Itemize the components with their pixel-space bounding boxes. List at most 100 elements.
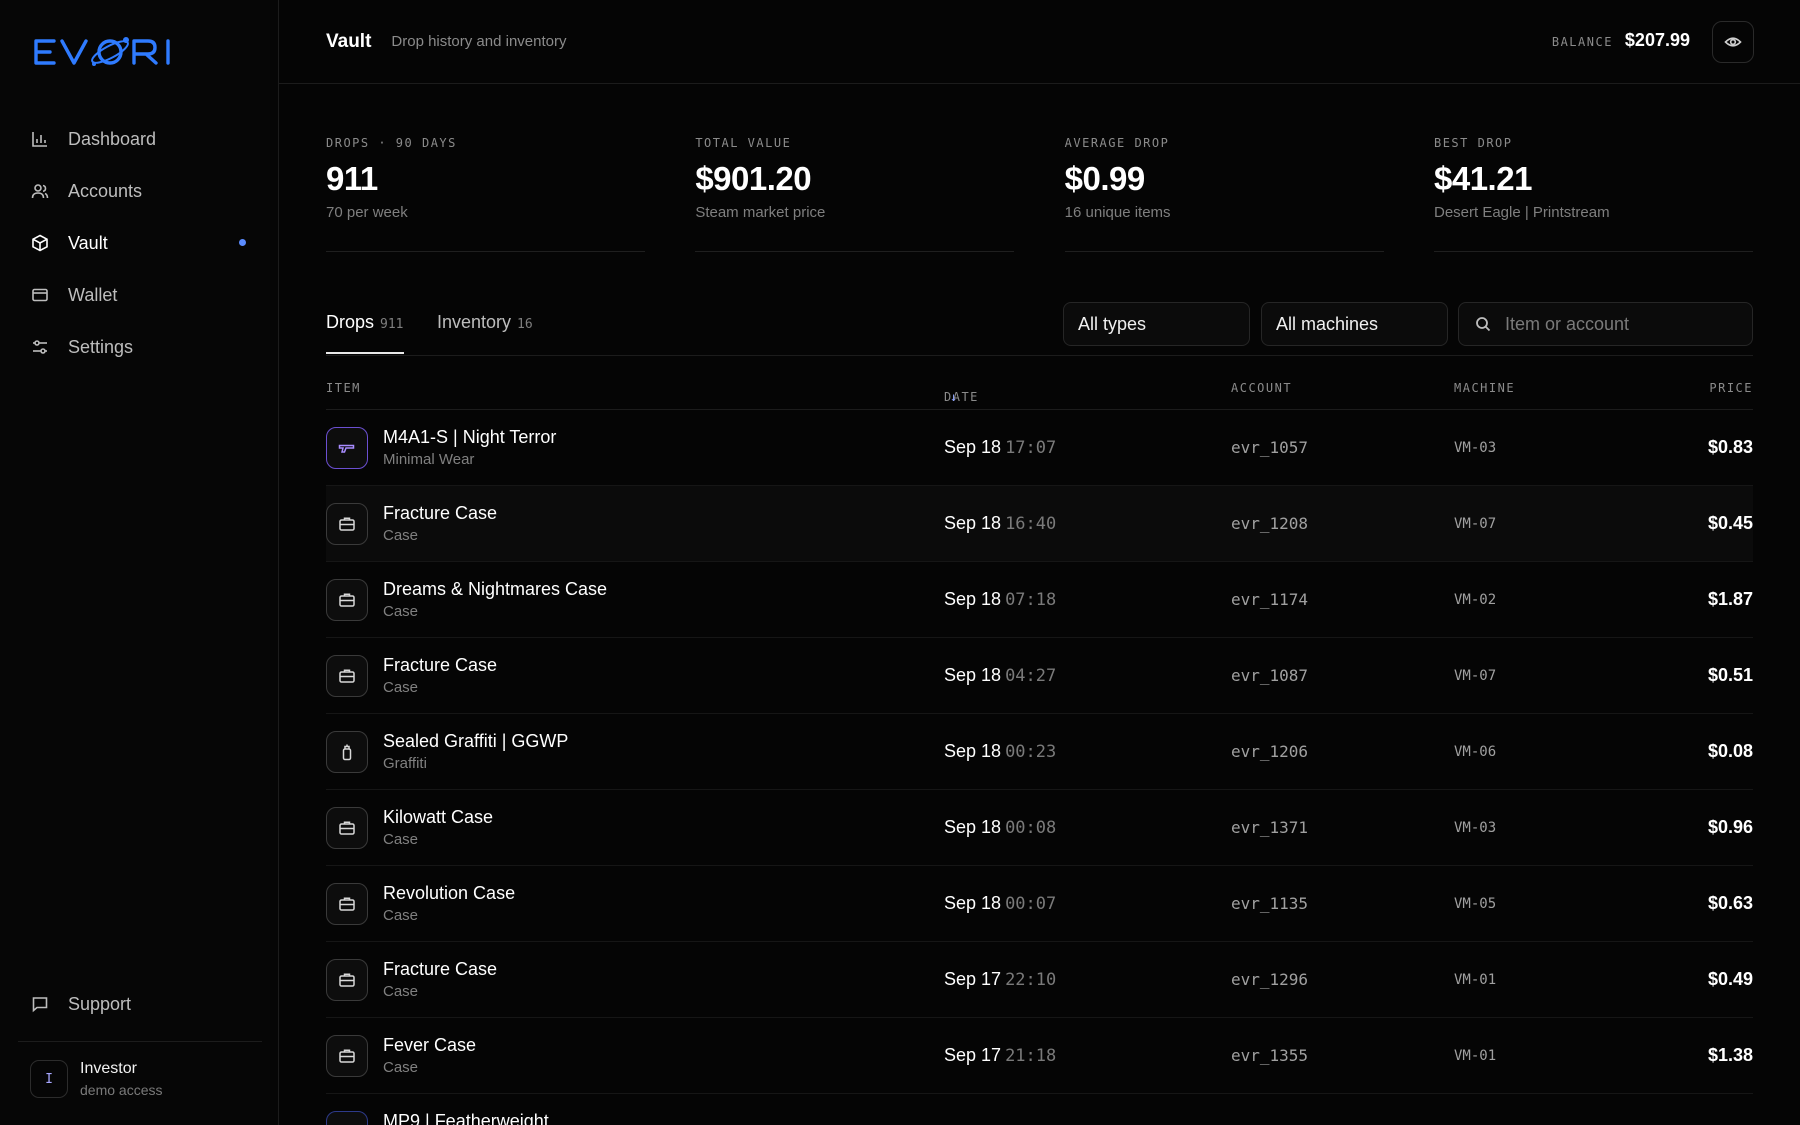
machine-id: VM-05 <box>1454 896 1497 912</box>
tab-label: Inventory <box>437 312 512 332</box>
machine-id: VM-01 <box>1454 1048 1497 1064</box>
sidebar-item-support[interactable]: Support <box>18 978 260 1030</box>
machine-filter-select[interactable]: All machines <box>1261 302 1448 346</box>
stat-sub: 70 per week <box>326 204 408 221</box>
sidebar-item-wallet[interactable]: Wallet <box>18 269 260 321</box>
chat-bubble-icon <box>30 994 50 1014</box>
toggle-visibility-button[interactable] <box>1712 21 1754 63</box>
drop-time: 04:27 <box>1005 666 1057 686</box>
drop-time: 21:18 <box>1005 1046 1057 1066</box>
active-indicator-dot <box>239 239 246 246</box>
users-icon <box>30 181 50 201</box>
search-input[interactable] <box>1505 313 1705 335</box>
stat-label: DROPS · 90 DAYS <box>326 136 457 150</box>
drop-date: Sep 17 22:10 <box>944 969 1056 990</box>
briefcase-icon <box>326 807 368 849</box>
drop-date: Sep 18 00:23 <box>944 741 1056 762</box>
sidebar-item-settings[interactable]: Settings <box>18 321 260 373</box>
item-type: Case <box>383 527 419 544</box>
balance-value: $207.99 <box>1624 30 1690 50</box>
search-icon <box>1476 317 1491 332</box>
avatar: I <box>30 1060 68 1098</box>
item-name: Fever Case <box>383 1035 477 1055</box>
drop-day: Sep 17 <box>944 1045 1002 1065</box>
table-header: ITEM DATE ↓ ACCOUNT MACHINE PRICE <box>326 372 1753 410</box>
drop-date: Sep 18 17:07 <box>944 437 1056 458</box>
drop-price: $1.87 <box>1707 589 1753 609</box>
user-role: demo access <box>80 1082 163 1098</box>
gun-icon <box>326 427 368 469</box>
table-row[interactable]: Fever Case Case Sep 17 21:18 evr_1355 VM-01 $1… <box>326 1018 1753 1094</box>
machine-id: VM-07 <box>1454 516 1497 532</box>
drop-day: Sep 18 <box>944 437 1002 457</box>
stat-label: BEST DROP <box>1433 136 1513 150</box>
table-row[interactable]: Sealed Graffiti | GGWP Graffiti Sep 18 00:2… <box>326 714 1753 790</box>
support-section: Support <box>18 978 260 1030</box>
briefcase-icon <box>326 1035 368 1077</box>
table-row[interactable]: Fracture Case Case Sep 18 16:40 evr_1208 VM-0… <box>326 486 1753 562</box>
account-id: evr_1087 <box>1231 666 1309 685</box>
item-type: Minimal Wear <box>383 451 475 468</box>
item-type: Case <box>383 603 419 620</box>
drop-date <box>944 1121 948 1125</box>
drop-date: Sep 18 16:40 <box>944 513 1056 534</box>
main-content: Vault Drop history and inventory BALANCE… <box>279 0 1800 1125</box>
table-row[interactable]: M4A1-S | Night Terror Minimal Wear Sep 18 1… <box>326 410 1753 486</box>
stat-value: $41.21 <box>1433 160 1532 197</box>
sliders-icon <box>30 337 50 357</box>
table-row[interactable]: Kilowatt Case Case Sep 18 00:08 evr_1371 VM-0… <box>326 790 1753 866</box>
sort-descending-icon: ↓ <box>950 390 959 404</box>
drop-day: Sep 18 <box>944 589 1002 609</box>
search-box <box>1458 302 1753 346</box>
table-row[interactable]: Revolution Case Case Sep 18 00:07 evr_1135 VM… <box>326 866 1753 942</box>
column-header-machine[interactable]: MACHINE <box>1454 381 1515 395</box>
briefcase-icon <box>326 579 368 621</box>
drop-price: $0.51 <box>1707 665 1753 685</box>
sidebar-item-label: Vault <box>68 232 108 253</box>
drop-price: $0.96 <box>1707 817 1753 837</box>
machine-id: VM-02 <box>1454 592 1497 608</box>
drop-day: Sep 18 <box>944 741 1002 761</box>
briefcase-icon <box>326 503 368 545</box>
tab-inventory[interactable]: Inventory 16 <box>437 312 533 354</box>
item-name: Revolution Case <box>383 883 516 903</box>
account-id: evr_1174 <box>1231 590 1309 609</box>
table-row[interactable]: Fracture Case Case Sep 17 22:10 evr_1296 VM-0… <box>326 942 1753 1018</box>
item-type: Case <box>383 983 419 1000</box>
drop-time: 22:10 <box>1005 970 1057 990</box>
sidebar-item-dashboard[interactable]: Dashboard <box>18 113 260 165</box>
type-filter-select[interactable]: All types <box>1063 302 1250 346</box>
item-name: MP9 | Featherweight <box>383 1111 549 1125</box>
user-name: Investor <box>80 1060 137 1077</box>
drop-price: $0.45 <box>1707 513 1753 533</box>
user-profile[interactable]: I Investor demo access <box>18 1041 262 1098</box>
sidebar-item-vault[interactable]: Vault <box>18 217 260 269</box>
top-bar: Vault Drop history and inventory BALANCE… <box>279 0 1800 84</box>
stat-best-drop: BEST DROP $41.21 Desert Eagle | Printstr… <box>1433 136 1753 252</box>
briefcase-icon <box>326 883 368 925</box>
drop-day: Sep 18 <box>944 513 1002 533</box>
sidebar-item-accounts[interactable]: Accounts <box>18 165 260 217</box>
tabs-and-filters: Drops 911 Inventory 16 All types All machi… <box>326 302 1753 356</box>
table-row[interactable]: Fracture Case Case Sep 18 04:27 evr_1087 VM-0… <box>326 638 1753 714</box>
drop-day: Sep 18 <box>944 817 1002 837</box>
machine-id: VM-06 <box>1454 744 1497 760</box>
stat-label: AVERAGE DROP <box>1064 136 1170 150</box>
account-id: evr_1371 <box>1231 818 1309 837</box>
stat-sub: 16 unique items <box>1064 204 1171 221</box>
drop-date: Sep 18 00:08 <box>944 817 1056 838</box>
column-header-price[interactable]: PRICE <box>1709 381 1753 395</box>
tab-drops[interactable]: Drops 911 <box>326 312 404 354</box>
stat-average-drop: AVERAGE DROP $0.99 16 unique items <box>1064 136 1384 252</box>
stat-value: $901.20 <box>695 160 812 197</box>
sidebar-item-label: Accounts <box>68 180 143 201</box>
item-type: Case <box>383 831 419 848</box>
table-row[interactable]: MP9 | Featherweight <box>326 1094 1753 1125</box>
machine-id: VM-07 <box>1454 668 1497 684</box>
evori-logo[interactable] <box>32 32 194 72</box>
table-row[interactable]: Dreams & Nightmares Case Case Sep 18 07:18 e… <box>326 562 1753 638</box>
column-header-item[interactable]: ITEM <box>326 381 361 395</box>
sidebar-item-label: Wallet <box>68 284 118 305</box>
column-header-account[interactable]: ACCOUNT <box>1231 381 1292 395</box>
briefcase-icon <box>326 959 368 1001</box>
